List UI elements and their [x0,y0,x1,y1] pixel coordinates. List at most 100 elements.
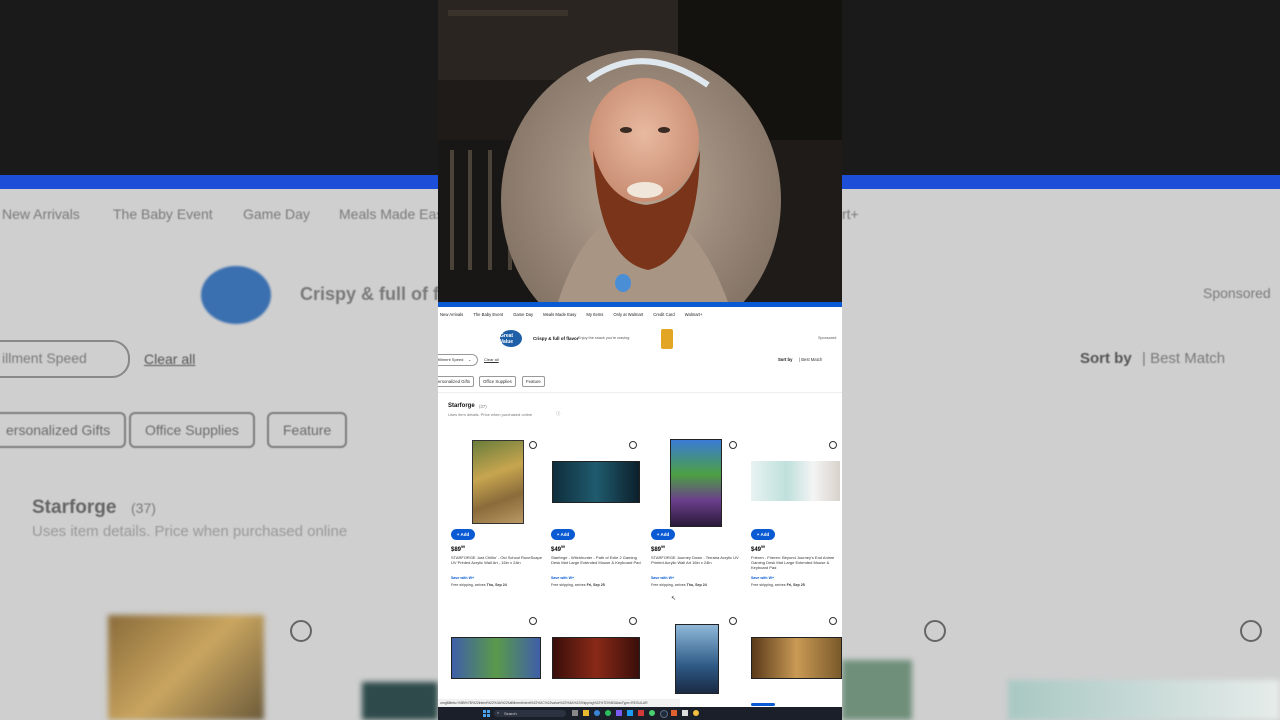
shipping-date: Fri, Sep 25 [786,583,805,587]
bg-heart-icon [924,620,946,642]
background-left: New Arrivals The Baby Event Game Day Mea… [0,0,438,720]
bg-sort-by: Sort by [1080,350,1132,367]
price-dollars: $89 [451,547,462,553]
spotify-icon[interactable] [605,710,611,716]
bg-chip: ersonalized Gifts [0,412,127,448]
price-dollars: $49 [751,547,762,553]
shipping-date: Thu, Sep 24 [686,583,707,587]
nav-item-meals-made-easy[interactable]: Meals Made Easy [543,312,576,317]
favorite-heart-icon[interactable] [729,441,737,449]
product-image[interactable] [670,439,722,527]
file-explorer-icon[interactable] [583,710,589,716]
webcam-feed [438,0,842,302]
chip-feature[interactable]: Feature [522,376,545,387]
favorite-heart-icon[interactable] [629,617,637,625]
add-to-cart-button[interactable]: + Add [651,529,675,540]
chip-office-supplies[interactable]: Office Supplies [479,376,516,387]
mouse-cursor-icon: ↖ [671,596,677,602]
nav-item-new-arrivals[interactable]: New Arrivals [440,312,463,317]
bg-section-note: Uses item details. Price when purchased … [32,523,348,540]
save-with-badge: Save with W+ [551,576,575,580]
walmart-search-page: New Arrivals The Baby Event Game Day Mea… [438,307,842,706]
bg-nav-item: New Arrivals [2,206,80,222]
search-icon: ⌕ [497,710,500,715]
product-image[interactable] [552,637,640,679]
bg-section-count: (37) [131,500,156,516]
add-to-cart-button[interactable]: + Add [451,529,475,540]
favorite-heart-icon[interactable] [529,617,537,625]
nav-item-game-day[interactable]: Game Day [513,312,533,317]
product-image[interactable] [552,461,640,503]
shipping-info: Free shipping, arrives Thu, Sep 24 [651,583,707,587]
bg-sort-value: | Best Match [1142,350,1226,367]
brand-subtitle: Enjoy the snack you're craving [578,336,630,340]
steam-icon[interactable] [660,710,668,718]
windows-start-icon[interactable] [483,710,490,717]
product-image[interactable] [751,637,842,679]
app-icon[interactable] [638,710,644,716]
product-price: $4999 [551,545,565,553]
price-dollars: $49 [551,547,562,553]
chrome-icon[interactable] [649,710,655,716]
bg-nav-item: Meals Made Eas [339,206,438,222]
chrome-icon[interactable] [693,710,699,716]
shipping-prefix: Free shipping, arrives [551,583,586,587]
bg-clear-all: Clear all [144,351,196,367]
bg-filter-label: illment Speed [2,350,87,366]
webcam-image [438,0,842,302]
product-title[interactable]: Frieren - Frieren: Beyond Journey's End … [751,555,842,570]
nav-item-baby-event[interactable]: The Baby Event [473,312,503,317]
favorite-heart-icon[interactable] [729,617,737,625]
product-image[interactable] [472,440,524,524]
nav-item-walmart-plus[interactable]: Walmart+ [685,312,703,317]
app-icon[interactable] [616,710,622,716]
favorite-heart-icon[interactable] [829,617,837,625]
nav-item-my-items[interactable]: My Items [586,312,603,317]
bg-nav-item: Game Day [243,206,310,222]
bg-heart-icon [290,620,312,642]
app-icon[interactable] [671,710,677,716]
product-title[interactable]: STARFORGE Journey Down - Terraria Acryli… [651,555,743,565]
task-view-icon[interactable] [572,710,578,716]
clear-all-link[interactable]: Clear all [484,357,499,362]
bg-product-image [1008,680,1280,720]
chip-personalized-gifts[interactable]: ersonalized Gifts [438,376,475,387]
edge-browser-icon[interactable] [594,710,600,716]
favorite-heart-icon[interactable] [629,441,637,449]
product-image[interactable] [451,637,541,679]
product-image[interactable] [675,624,719,694]
app-icon[interactable] [682,710,688,716]
sponsored-banner[interactable]: Great Value Crispy & full of flavor Enjo… [438,327,842,353]
bg-brand-tagline: Crispy & full of flavor [300,284,438,304]
bg-section-title: Starforge [32,497,117,518]
chevron-down-icon: ⌄ [468,357,472,362]
add-to-cart-button[interactable]: + Add [551,529,575,540]
favorite-heart-icon[interactable] [529,441,537,449]
app-icon[interactable] [627,710,633,716]
product-image[interactable] [751,461,840,501]
nav-item-only-at-walmart[interactable]: Only at Walmart [613,312,643,317]
product-title[interactable]: Starforge - Witchhunter - Path of Exile … [551,555,643,565]
price-cents: 99 [761,545,765,549]
bg-great-value-logo [201,266,271,324]
nav-item-credit-card[interactable]: Credit Card [653,312,674,317]
sort-dropdown[interactable]: | Best Match [799,357,822,362]
bg-product-image [362,682,438,720]
divider [438,392,842,393]
section-title: Starforge [448,403,475,409]
taskbar-search-box[interactable]: ⌕ Search [494,710,566,717]
favorite-heart-icon[interactable] [829,441,837,449]
bg-nav-item: rt+ [842,206,859,222]
product-price: $8999 [451,545,465,553]
shipping-date: Thu, Sep 24 [486,583,507,587]
info-icon[interactable]: ⓘ [556,411,560,417]
background-dark-area [842,0,1280,175]
sponsored-label: Sponsored [818,336,837,340]
bg-product-image [108,615,264,720]
sort-by-label: Sort by [778,357,793,362]
product-title[interactable]: STARFORGE Just Chillin' - Old School Run… [451,555,543,565]
price-cents: 99 [561,545,565,549]
add-to-cart-button[interactable] [751,703,775,706]
add-to-cart-button[interactable]: + Add [751,529,775,540]
bg-product-image [842,660,912,720]
